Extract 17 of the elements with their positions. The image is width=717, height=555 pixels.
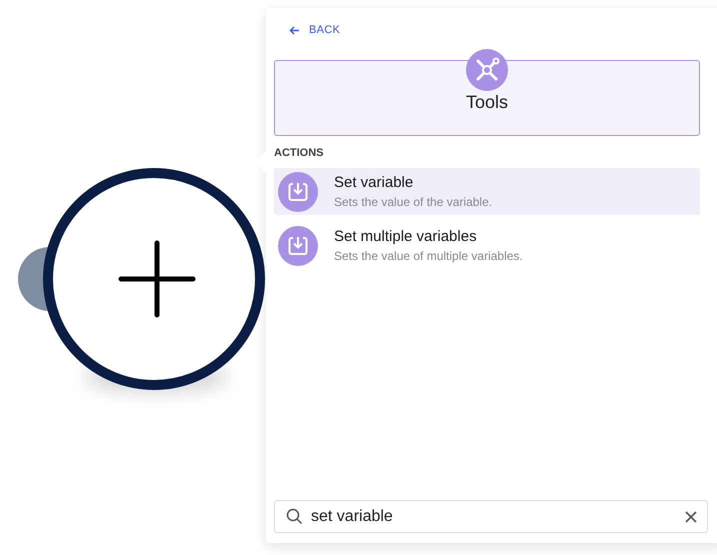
action-description: Sets the value of the variable. [334,195,492,209]
action-title: Set variable [334,174,414,191]
close-icon[interactable] [685,511,697,523]
download-icon [278,226,318,266]
app-title: Tools [466,92,508,113]
action-title: Set multiple variables [334,228,478,245]
section-heading: ACTIONS [274,147,324,159]
tools-icon [466,49,508,91]
download-icon [278,172,318,212]
action-item[interactable]: Set variable Sets the value of the variable. [274,168,700,215]
search-field[interactable]: set variable [274,500,708,533]
arrow-left-icon [289,26,300,34]
back-link[interactable]: BACK [289,24,340,36]
action-item[interactable]: Set multiple variables Sets the value of multiple variables. [274,222,700,269]
search-icon [286,508,303,525]
action-description: Sets the value of multiple variables. [334,249,523,263]
app-card[interactable]: Tools [274,60,700,136]
